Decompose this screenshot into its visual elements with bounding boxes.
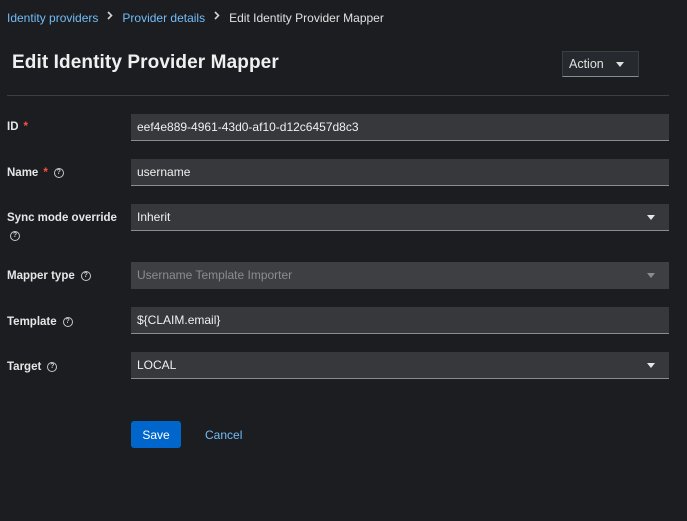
name-value: username (137, 165, 191, 179)
mapper-type-select: Username Template Importer (131, 262, 669, 289)
action-dropdown-button[interactable]: Action (562, 51, 639, 77)
target-value: LOCAL (137, 358, 177, 372)
chevron-right-icon (214, 10, 220, 26)
template-label-text: Template (7, 316, 57, 328)
mapper-type-label: Mapper type ? (7, 269, 91, 283)
mapper-type-value: Username Template Importer (137, 268, 293, 282)
help-icon[interactable]: ? (10, 231, 20, 241)
mapper-type-label-text: Mapper type (7, 270, 75, 282)
name-label-text: Name (7, 167, 39, 179)
template-label: Template ? (7, 315, 73, 329)
name-label: Name * ? (7, 166, 64, 180)
id-value: eef4e889-4961-43d0-af10-d12c6457d8c3 (137, 120, 359, 134)
edit-mapper-page: Identity providers Provider details Edit… (0, 0, 687, 521)
sync-mode-label: Sync mode override (7, 211, 117, 225)
action-label: Action (569, 57, 604, 71)
template-input[interactable]: ${CLAIM.email} (131, 307, 669, 334)
breadcrumb-identity-providers[interactable]: Identity providers (7, 10, 98, 26)
caret-down-icon (616, 62, 624, 67)
breadcrumb-current: Edit Identity Provider Mapper (229, 11, 384, 25)
id-field[interactable]: eef4e889-4961-43d0-af10-d12c6457d8c3 (131, 114, 669, 141)
help-icon[interactable]: ? (47, 362, 58, 372)
template-value: ${CLAIM.email} (137, 313, 221, 327)
chevron-right-icon (107, 10, 114, 26)
save-button[interactable]: Save (131, 421, 181, 448)
id-label-text: ID (7, 121, 19, 133)
help-icon[interactable]: ? (80, 271, 91, 281)
sync-mode-select[interactable]: Inherit (131, 204, 669, 231)
caret-down-icon (647, 363, 655, 368)
name-input[interactable]: username (131, 159, 669, 186)
target-select[interactable]: LOCAL (131, 352, 669, 379)
required-indicator: * (23, 121, 28, 133)
breadcrumb: Identity providers Provider details Edit… (7, 10, 384, 26)
header-divider (7, 95, 669, 96)
required-indicator: * (43, 167, 48, 179)
sync-mode-value: Inherit (137, 210, 171, 224)
sync-mode-label-text: Sync mode override (7, 212, 117, 224)
page-title: Edit Identity Provider Mapper (12, 52, 279, 73)
help-icon[interactable]: ? (53, 168, 64, 178)
caret-down-icon (647, 273, 655, 278)
breadcrumb-provider-details[interactable]: Provider details (122, 10, 205, 26)
target-label-text: Target (7, 361, 42, 373)
help-icon[interactable]: ? (62, 317, 73, 327)
target-label: Target ? (7, 360, 58, 374)
id-label: ID * (7, 120, 28, 134)
cancel-button[interactable]: Cancel (205, 421, 242, 448)
sync-mode-help: ? (7, 231, 20, 241)
caret-down-icon (647, 215, 655, 220)
